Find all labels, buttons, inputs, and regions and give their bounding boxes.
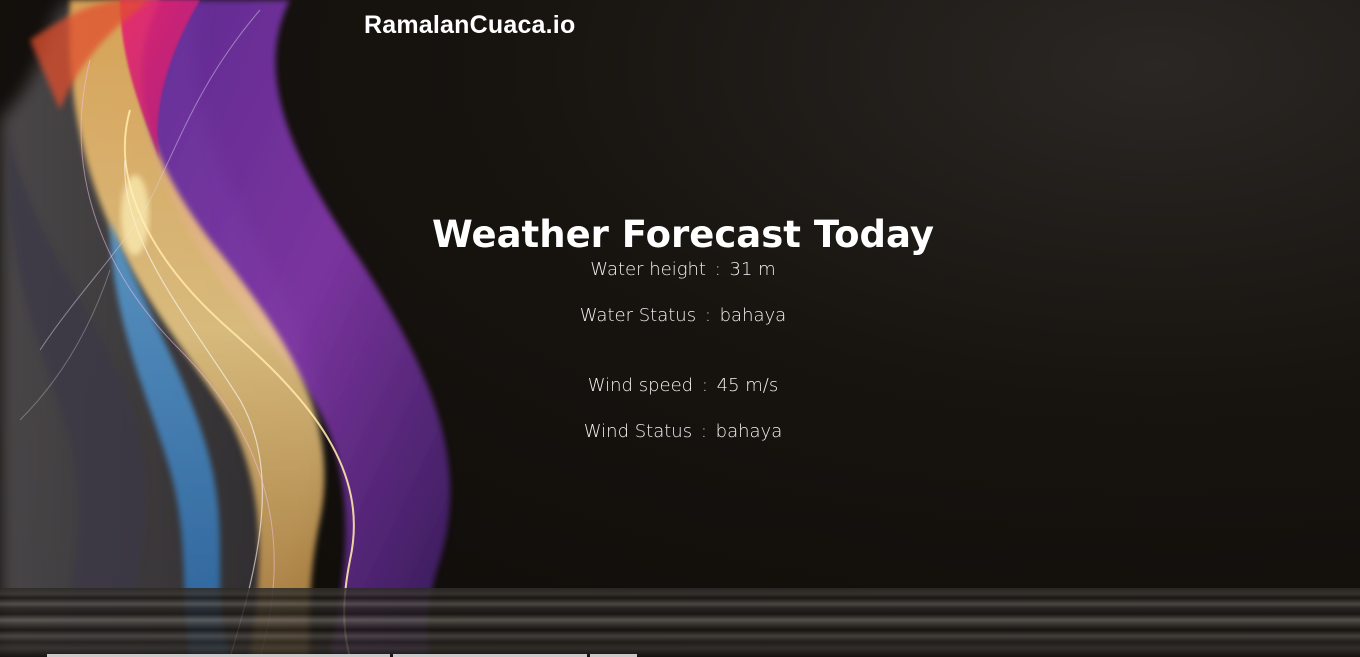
wind-status-label: Wind Status: [583, 421, 693, 442]
water-status-row: Water Status : bahaya: [383, 304, 983, 328]
page: RamalanCuaca.io Weather Forecast Today W…: [0, 0, 1360, 657]
forecast-panel: Weather Forecast Today Water height : 31…: [383, 210, 983, 444]
page-title: Weather Forecast Today: [431, 213, 934, 256]
separator: :: [701, 375, 708, 396]
wind-speed-row: Wind speed : 45 m/s: [383, 374, 983, 398]
reflective-floor: [0, 588, 1360, 657]
wind-speed-label: Wind speed: [587, 375, 694, 396]
water-height-row: Water height : 31 m: [383, 258, 983, 282]
brand-logo-text[interactable]: RamalanCuaca.io: [364, 11, 575, 40]
separator: :: [704, 305, 711, 326]
wind-status-value: bahaya: [715, 421, 783, 442]
wind-speed-value: 45 m/s: [716, 375, 779, 396]
water-height-value: 31 m: [729, 259, 776, 280]
water-status-label: Water Status: [579, 305, 697, 326]
wind-status-row: Wind Status : bahaya: [383, 420, 983, 444]
water-height-label: Water height: [590, 259, 706, 280]
separator: :: [700, 421, 707, 442]
separator: :: [714, 259, 721, 280]
water-status-value: bahaya: [719, 305, 787, 326]
